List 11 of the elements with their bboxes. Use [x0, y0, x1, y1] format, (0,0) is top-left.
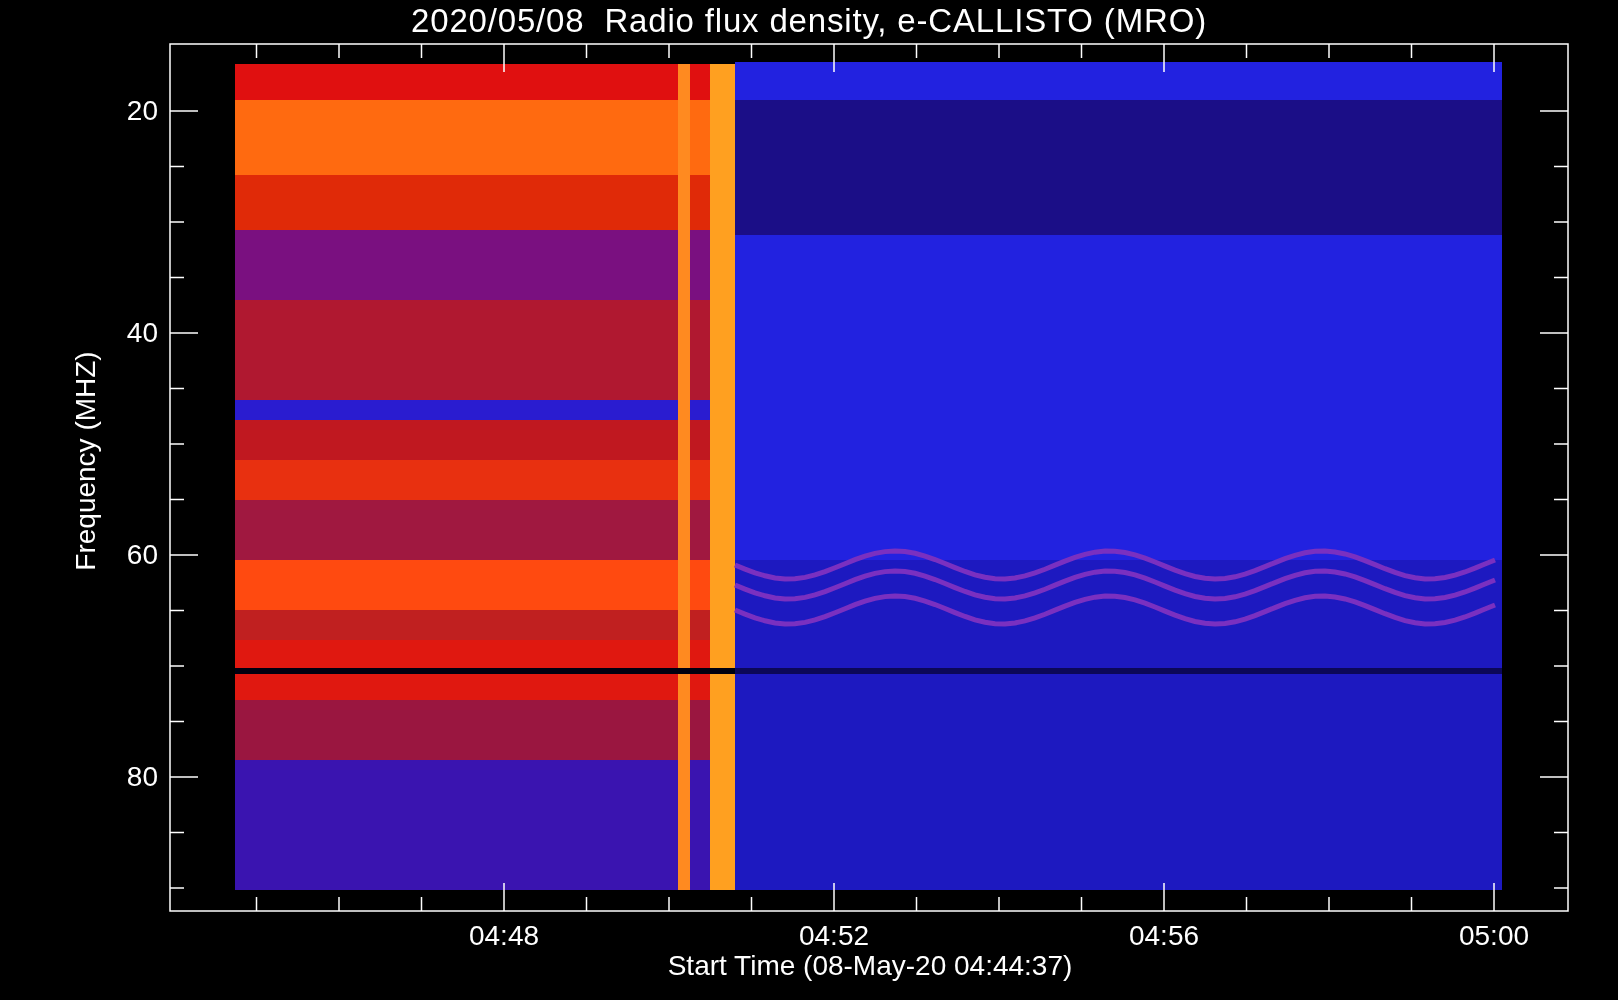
- y-tick-label: 20: [125, 95, 158, 127]
- chart-title: 2020/05/08 Radio flux density, e-CALLISTO (MRO): [410, 1, 1208, 41]
- y-axis-label: Frequency (MHZ): [70, 350, 102, 573]
- y-tick-label: 80: [125, 761, 158, 793]
- x-tick-label: 04:52: [797, 920, 871, 952]
- x-tick-label: 04:56: [1127, 920, 1201, 952]
- x-axis-label: Start Time (08-May-20 04:44:37): [666, 950, 1074, 982]
- x-tick-label: 04:48: [467, 920, 541, 952]
- y-tick-label: 60: [125, 539, 158, 571]
- y-tick-label: 40: [125, 317, 158, 349]
- x-tick-label: 05:00: [1457, 920, 1531, 952]
